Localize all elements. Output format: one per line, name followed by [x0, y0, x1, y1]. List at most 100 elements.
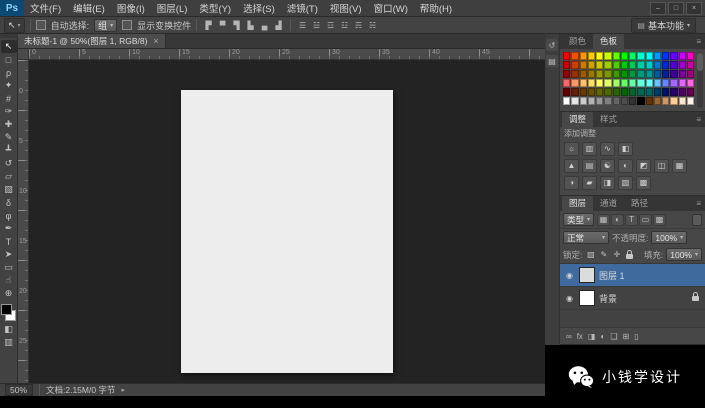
hand-tool[interactable]: ☝ — [1, 274, 17, 287]
quick-selection-tool[interactable]: ✦ — [1, 79, 17, 92]
lock-transparent-pixels-icon[interactable]: ▨ — [585, 249, 596, 261]
move-tool[interactable]: ↖ — [0, 40, 17, 53]
adj-levels-icon[interactable]: ▥ — [582, 141, 597, 156]
color-swatch[interactable] — [686, 79, 694, 87]
brush-tool[interactable]: ✎ — [1, 131, 17, 144]
menubar-item[interactable]: 图像(I) — [111, 0, 151, 16]
color-swatch[interactable] — [645, 52, 653, 60]
crop-tool[interactable]: # — [1, 92, 17, 105]
color-swatch[interactable] — [563, 79, 571, 87]
color-swatch[interactable] — [579, 52, 587, 60]
adj-photo-filter-icon[interactable]: ◩ — [636, 158, 651, 173]
color-swatch[interactable] — [587, 52, 595, 60]
color-swatch[interactable] — [604, 79, 612, 87]
color-swatch[interactable] — [637, 70, 645, 78]
color-swatch[interactable] — [596, 70, 604, 78]
window-control-button[interactable]: – — [650, 1, 666, 15]
adj-curves-icon[interactable]: ∿ — [600, 141, 615, 156]
lock-all-icon[interactable] — [624, 249, 635, 261]
new-group-icon[interactable]: ❑ — [610, 332, 617, 341]
tab-close-icon[interactable]: × — [153, 36, 158, 46]
pen-tool[interactable]: ✒ — [1, 222, 17, 235]
adj-vibrance-icon[interactable]: ▲ — [564, 158, 579, 173]
align-right-edges-icon[interactable]: ▜ — [230, 19, 243, 32]
clone-stamp-tool[interactable]: ┻ — [1, 144, 17, 157]
color-swatch[interactable] — [596, 52, 604, 60]
color-swatch[interactable] — [653, 97, 661, 105]
toolbar-grip[interactable] — [0, 34, 18, 38]
new-layer-icon[interactable]: ⊞ — [623, 332, 630, 341]
color-swatch[interactable] — [629, 61, 637, 69]
status-popup-arrow[interactable]: ▸ — [121, 386, 125, 394]
adj-black-white-icon[interactable]: ◐ — [618, 158, 633, 173]
layer-filter-type-dropdown[interactable]: 类型 ▾ — [563, 213, 595, 226]
color-swatch[interactable] — [620, 52, 628, 60]
color-swatch[interactable] — [653, 70, 661, 78]
color-swatch[interactable] — [629, 52, 637, 60]
layer-row[interactable]: ◉ 图层 1 — [560, 264, 705, 287]
zoom-level-field[interactable]: 50% — [5, 384, 33, 396]
current-tool-badge[interactable]: ↖ ▾ — [4, 17, 25, 33]
lock-position-icon[interactable]: ✛ — [611, 249, 622, 261]
screen-mode-button[interactable]: ▥ — [1, 336, 17, 349]
panel-menu-icon[interactable]: ≡ — [696, 34, 705, 49]
distribute-bottom-icon[interactable]: ☲ — [324, 19, 337, 32]
layer-thumbnail[interactable] — [579, 290, 595, 306]
filter-smart-objects-icon[interactable]: ▩ — [653, 213, 667, 226]
color-swatch[interactable] — [629, 79, 637, 87]
tab-swatches[interactable]: 色板 — [593, 34, 625, 49]
adj-hue-saturation-icon[interactable]: ▤ — [582, 158, 597, 173]
color-swatch[interactable] — [678, 61, 686, 69]
color-swatch[interactable] — [563, 97, 571, 105]
color-swatch[interactable] — [596, 79, 604, 87]
opacity-dropdown[interactable]: 100% ▾ — [651, 231, 688, 244]
tab-color[interactable]: 颜色 — [562, 34, 593, 49]
properties-panel-icon[interactable]: ▤ — [546, 55, 558, 67]
color-swatch[interactable] — [620, 79, 628, 87]
tab-channels[interactable]: 通道 — [593, 196, 624, 211]
color-swatch[interactable] — [645, 70, 653, 78]
blur-tool[interactable]: δ — [1, 196, 17, 209]
delete-layer-icon[interactable]: ▯ — [634, 332, 638, 341]
menubar-item[interactable]: 视图(V) — [324, 0, 368, 16]
color-swatch[interactable] — [678, 88, 686, 96]
adj-gradient-map-icon[interactable]: ▧ — [618, 175, 633, 190]
distribute-right-icon[interactable]: ☵ — [366, 19, 379, 32]
lasso-tool[interactable]: ρ — [1, 66, 17, 79]
color-swatch[interactable] — [604, 70, 612, 78]
panel-menu-icon[interactable]: ≡ — [696, 112, 705, 127]
spot-healing-brush-tool[interactable]: ✚ — [1, 118, 17, 131]
color-swatch[interactable] — [637, 79, 645, 87]
dodge-tool[interactable]: φ — [1, 209, 17, 222]
distribute-top-icon[interactable]: ☰ — [296, 19, 309, 32]
color-swatch[interactable] — [563, 52, 571, 60]
menubar-item[interactable]: 选择(S) — [237, 0, 281, 16]
new-adjustment-layer-icon[interactable]: ◐ — [601, 332, 606, 341]
color-swatch[interactable] — [587, 88, 595, 96]
align-horizontal-centers-icon[interactable]: ▀ — [216, 19, 229, 32]
color-swatch[interactable] — [571, 97, 579, 105]
filter-shape-layers-icon[interactable]: ▭ — [639, 213, 653, 226]
quick-mask-mode-button[interactable]: ◧ — [1, 323, 17, 336]
color-swatch[interactable] — [612, 61, 620, 69]
menubar-item[interactable]: 图层(L) — [151, 0, 194, 16]
color-swatch[interactable] — [645, 97, 653, 105]
color-swatch[interactable] — [629, 70, 637, 78]
color-swatch[interactable] — [620, 61, 628, 69]
layer-thumbnail[interactable] — [579, 267, 595, 283]
color-swatch[interactable] — [662, 61, 670, 69]
tab-adjustments[interactable]: 调整 — [562, 112, 594, 127]
menubar-item[interactable]: 窗口(W) — [368, 0, 414, 16]
menubar-item[interactable]: 帮助(H) — [414, 0, 458, 16]
color-swatch[interactable] — [612, 52, 620, 60]
color-swatch[interactable] — [612, 97, 620, 105]
color-swatch[interactable] — [571, 79, 579, 87]
distribute-vertical-centers-icon[interactable]: ☱ — [310, 19, 323, 32]
menubar-item[interactable]: 文件(F) — [24, 0, 67, 16]
canvas-pasteboard[interactable] — [29, 60, 545, 383]
adj-threshold-icon[interactable]: ◨ — [600, 175, 615, 190]
adj-exposure-icon[interactable]: ◧ — [618, 141, 633, 156]
color-swatch[interactable] — [587, 97, 595, 105]
color-swatch[interactable] — [686, 88, 694, 96]
color-swatch[interactable] — [645, 88, 653, 96]
